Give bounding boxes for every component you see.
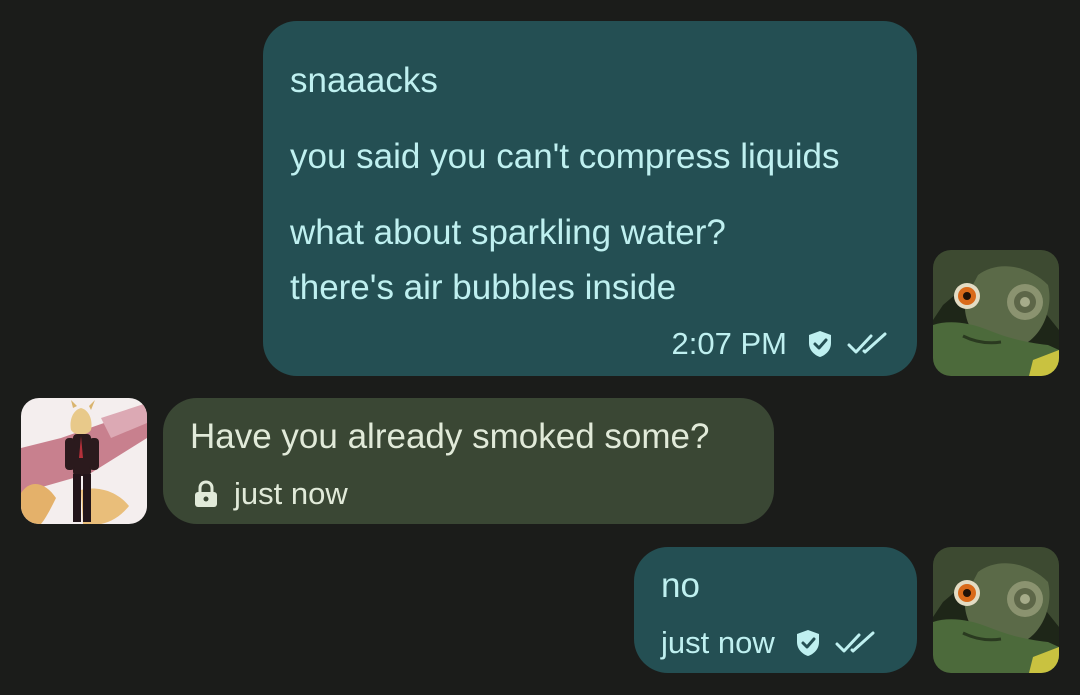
avatar-self[interactable] [933,250,1059,376]
message-text: you said you can't compress liquids [290,137,840,176]
message-bubble-outgoing[interactable]: snaaacks you said you can't compress liq… [263,21,917,376]
avatar-image [933,250,1059,376]
message-timestamp: just now [661,625,775,660]
lock-icon [195,480,217,507]
message-meta: 2:07 PM [672,326,889,362]
message-timestamp: just now [234,476,348,511]
message-timestamp: 2:07 PM [671,326,787,361]
avatar-contact[interactable] [21,398,147,524]
message-text: snaaacks [290,61,438,100]
avatar-image [933,547,1059,673]
message-text: there's air bubbles inside [290,268,677,307]
message-text: no [661,566,700,605]
message-meta: just now [661,625,877,661]
message-bubble-outgoing[interactable]: no just now [634,547,917,673]
double-check-icon [835,631,875,653]
double-check-icon [847,332,887,354]
message-meta: just now [194,476,348,512]
shield-check-icon [796,630,819,656]
shield-check-icon [809,331,831,357]
message-bubble-incoming[interactable]: Have you already smoked some? just now [163,398,774,524]
avatar-image [21,398,147,524]
message-text: what about sparkling water? [290,213,726,252]
avatar-self[interactable] [933,547,1059,673]
message-text: Have you already smoked some? [190,417,710,456]
chat-transcript: snaaacks you said you can't compress liq… [0,0,1080,695]
